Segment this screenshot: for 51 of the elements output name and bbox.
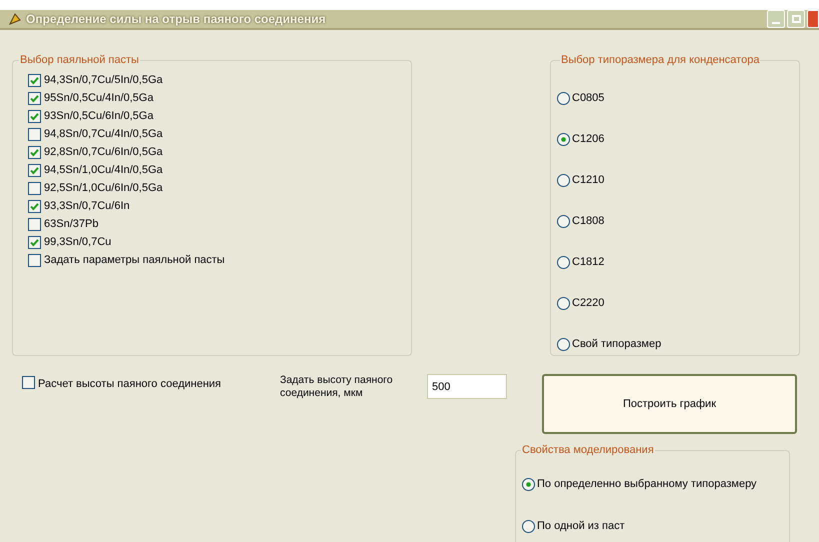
checkbox-label[interactable]: 95Sn/0,5Cu/4In/0,5Ga [44,90,154,107]
checkbox-label[interactable]: 94,3Sn/0,7Cu/5In/0,5Ga [44,72,163,89]
radio-button[interactable] [557,132,570,146]
radio-label[interactable]: C2220 [572,294,604,312]
checkbox[interactable] [28,92,41,105]
radio-label[interactable]: По одной из паст [537,518,625,535]
checkbox[interactable] [28,236,41,249]
radio-button[interactable] [522,478,535,491]
checkbox-label[interactable]: Задать параметры паяльной пасты [44,252,225,269]
checkbox-label[interactable]: 93,3Sn/0,7Cu/6In [44,198,130,215]
group-label: Выбор паяльной пасты [19,53,140,68]
plot-button[interactable]: Построить график [542,374,797,434]
radio-label[interactable]: По определенно выбранному типоразмеру [537,476,757,493]
checkbox[interactable] [28,128,41,141]
group-label: Свойства моделирования [521,443,655,458]
checkbox-label[interactable]: 93Sn/0,5Cu/6In/0,5Ga [44,108,154,125]
checkbox-label[interactable]: 99,3Sn/0,7Cu [44,234,112,251]
app-icon [8,12,22,26]
window-title: Определение силы на отрыв паяного соединения [26,11,326,28]
checkbox[interactable] [28,146,41,159]
checkbox[interactable] [28,74,41,87]
radio-label[interactable]: Свой типоразмер [572,336,662,352]
radio-label[interactable]: C1210 [572,172,604,188]
checkbox[interactable] [28,164,41,177]
checkbox[interactable] [28,182,41,195]
checkbox-label[interactable]: 92,8Sn/0,7Cu/6In/0,5Ga [44,144,163,161]
checkbox-label[interactable]: 94,8Sn/0,7Cu/4In/0,5Ga [44,126,163,143]
radio-button[interactable] [557,174,570,186]
radio-button[interactable] [557,256,570,268]
checkbox-label[interactable]: 92,5Sn/1,0Cu/6In/0,5Ga [44,180,163,197]
close-button[interactable] [807,10,819,28]
radio-label[interactable]: C1808 [572,212,604,230]
radio-button[interactable] [557,214,570,228]
checkbox[interactable] [28,110,41,123]
checkbox[interactable] [28,254,41,267]
checkbox-label[interactable]: Расчет высоты паяного соединения [38,376,222,392]
radio-button[interactable] [557,338,570,350]
group-label: Выбор типоразмера для конденсатора [560,53,760,68]
radio-button[interactable] [557,296,570,310]
checkbox[interactable] [28,200,41,213]
height-label: Задать высоту паяного соединения, мкм [280,374,394,401]
checkbox-label[interactable]: 94,5Sn/1,0Cu/4In/0,5Ga [44,162,163,179]
checkbox[interactable] [22,376,35,389]
radio-label[interactable]: C1812 [572,254,604,270]
height-input[interactable]: 500 [427,374,507,399]
radio-button[interactable] [522,520,535,533]
checkbox-label[interactable]: 63Sn/37Pb [44,216,98,233]
checkbox[interactable] [28,218,41,231]
radio-label[interactable]: C0805 [572,90,604,106]
radio-label[interactable]: C1206 [572,130,604,148]
radio-button[interactable] [557,92,570,104]
